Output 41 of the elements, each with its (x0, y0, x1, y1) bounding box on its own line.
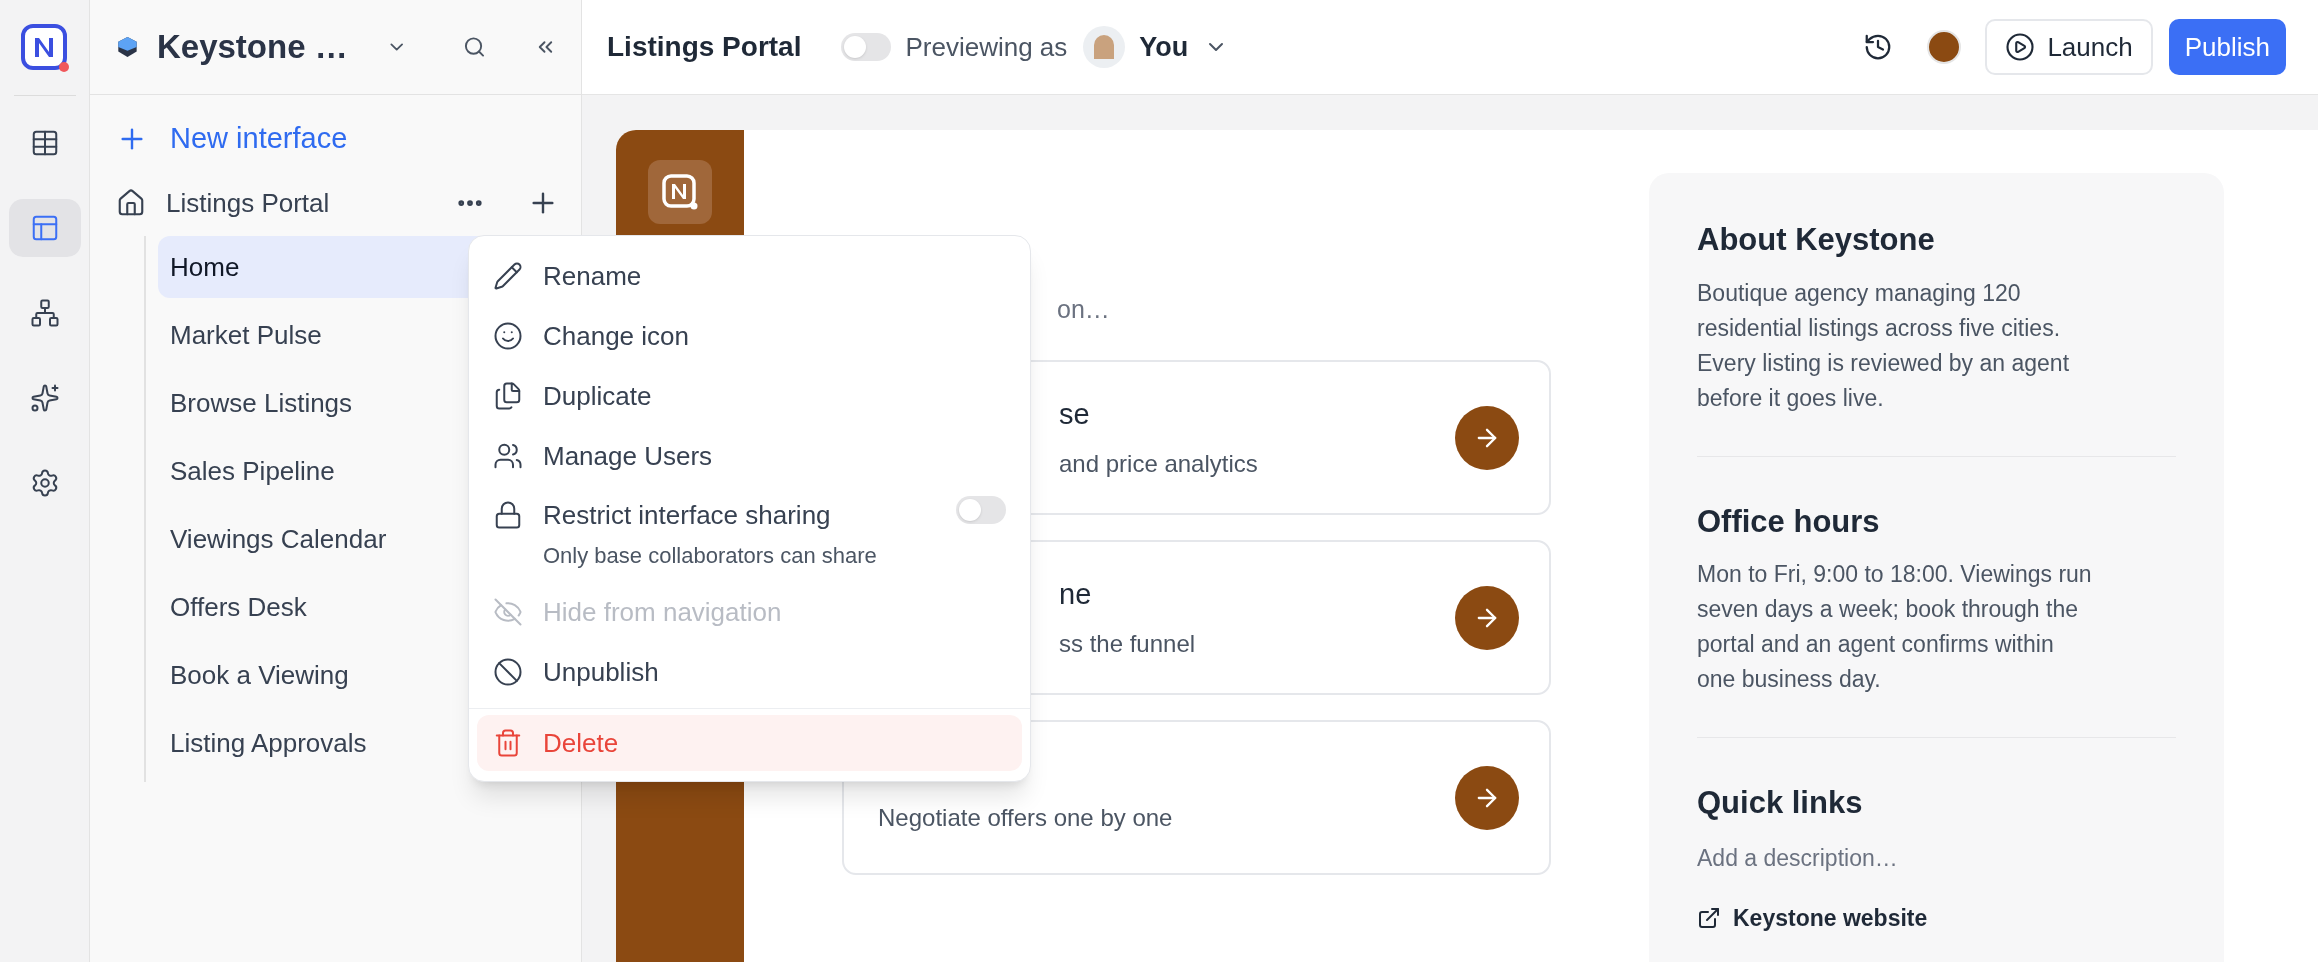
logo-icon (19, 22, 70, 73)
layout-icon[interactable] (8, 199, 81, 257)
section-body: Mon to Fri, 9:00 to 18:00. Viewings run seven days a week; book through the portal and an agent confirms within one business day. (1697, 560, 2093, 694)
home-icon (116, 188, 146, 218)
user-selector[interactable]: You (1139, 26, 1229, 68)
pencil-icon (493, 261, 523, 291)
delete-menu-item[interactable]: Delete (477, 715, 1022, 771)
menu-item-label: Restrict interface sharing (543, 499, 832, 532)
launch-button[interactable]: Launch (1985, 19, 2153, 75)
files-icon (493, 381, 523, 411)
previewing-label: Previewing as (905, 30, 1068, 64)
users-icon (493, 441, 523, 471)
workspace-name[interactable]: Keystone … (156, 22, 348, 72)
trash-icon (493, 728, 523, 758)
section-description: on… (1057, 294, 1110, 326)
smiley-icon (493, 321, 523, 351)
lock-icon (493, 500, 523, 530)
section-body: Boutique agency managing 120 residential listings across five cities. Every listing is reviewed by an agent before it goes live. (1697, 278, 2071, 413)
play-icon (2005, 32, 2036, 62)
card-description: and price analytics (1059, 449, 1259, 480)
description-field[interactable]: Add a description… (1697, 840, 1997, 875)
preview-toggle[interactable] (841, 33, 892, 61)
page-title: Listings Portal (607, 30, 802, 64)
website-link[interactable]: Keystone website (1697, 901, 2176, 936)
logo-icon (661, 173, 699, 211)
interface-name[interactable]: Listings Portal (166, 183, 435, 223)
avatar-icon (1083, 26, 1126, 68)
restrict-sharing-toggle[interactable] (956, 496, 1006, 524)
card-title: ne (1059, 576, 1093, 612)
section-title: Quick links (1697, 784, 1864, 822)
theme-color-swatch[interactable] (1927, 30, 1962, 64)
publish-button[interactable]: Publish (2168, 19, 2286, 75)
section-title: About Keystone (1697, 221, 1936, 259)
blocked-icon (493, 657, 523, 687)
card-description: Negotiate offers one by one (878, 802, 1174, 833)
eye-off-icon (493, 597, 523, 627)
card-title: se (1059, 396, 1091, 432)
section-title: Office hours (1697, 502, 1881, 541)
external-link-icon (1697, 906, 1721, 931)
card-description: ss the funnel (1059, 629, 1197, 660)
new-interface-button[interactable]: New interface (116, 113, 348, 165)
